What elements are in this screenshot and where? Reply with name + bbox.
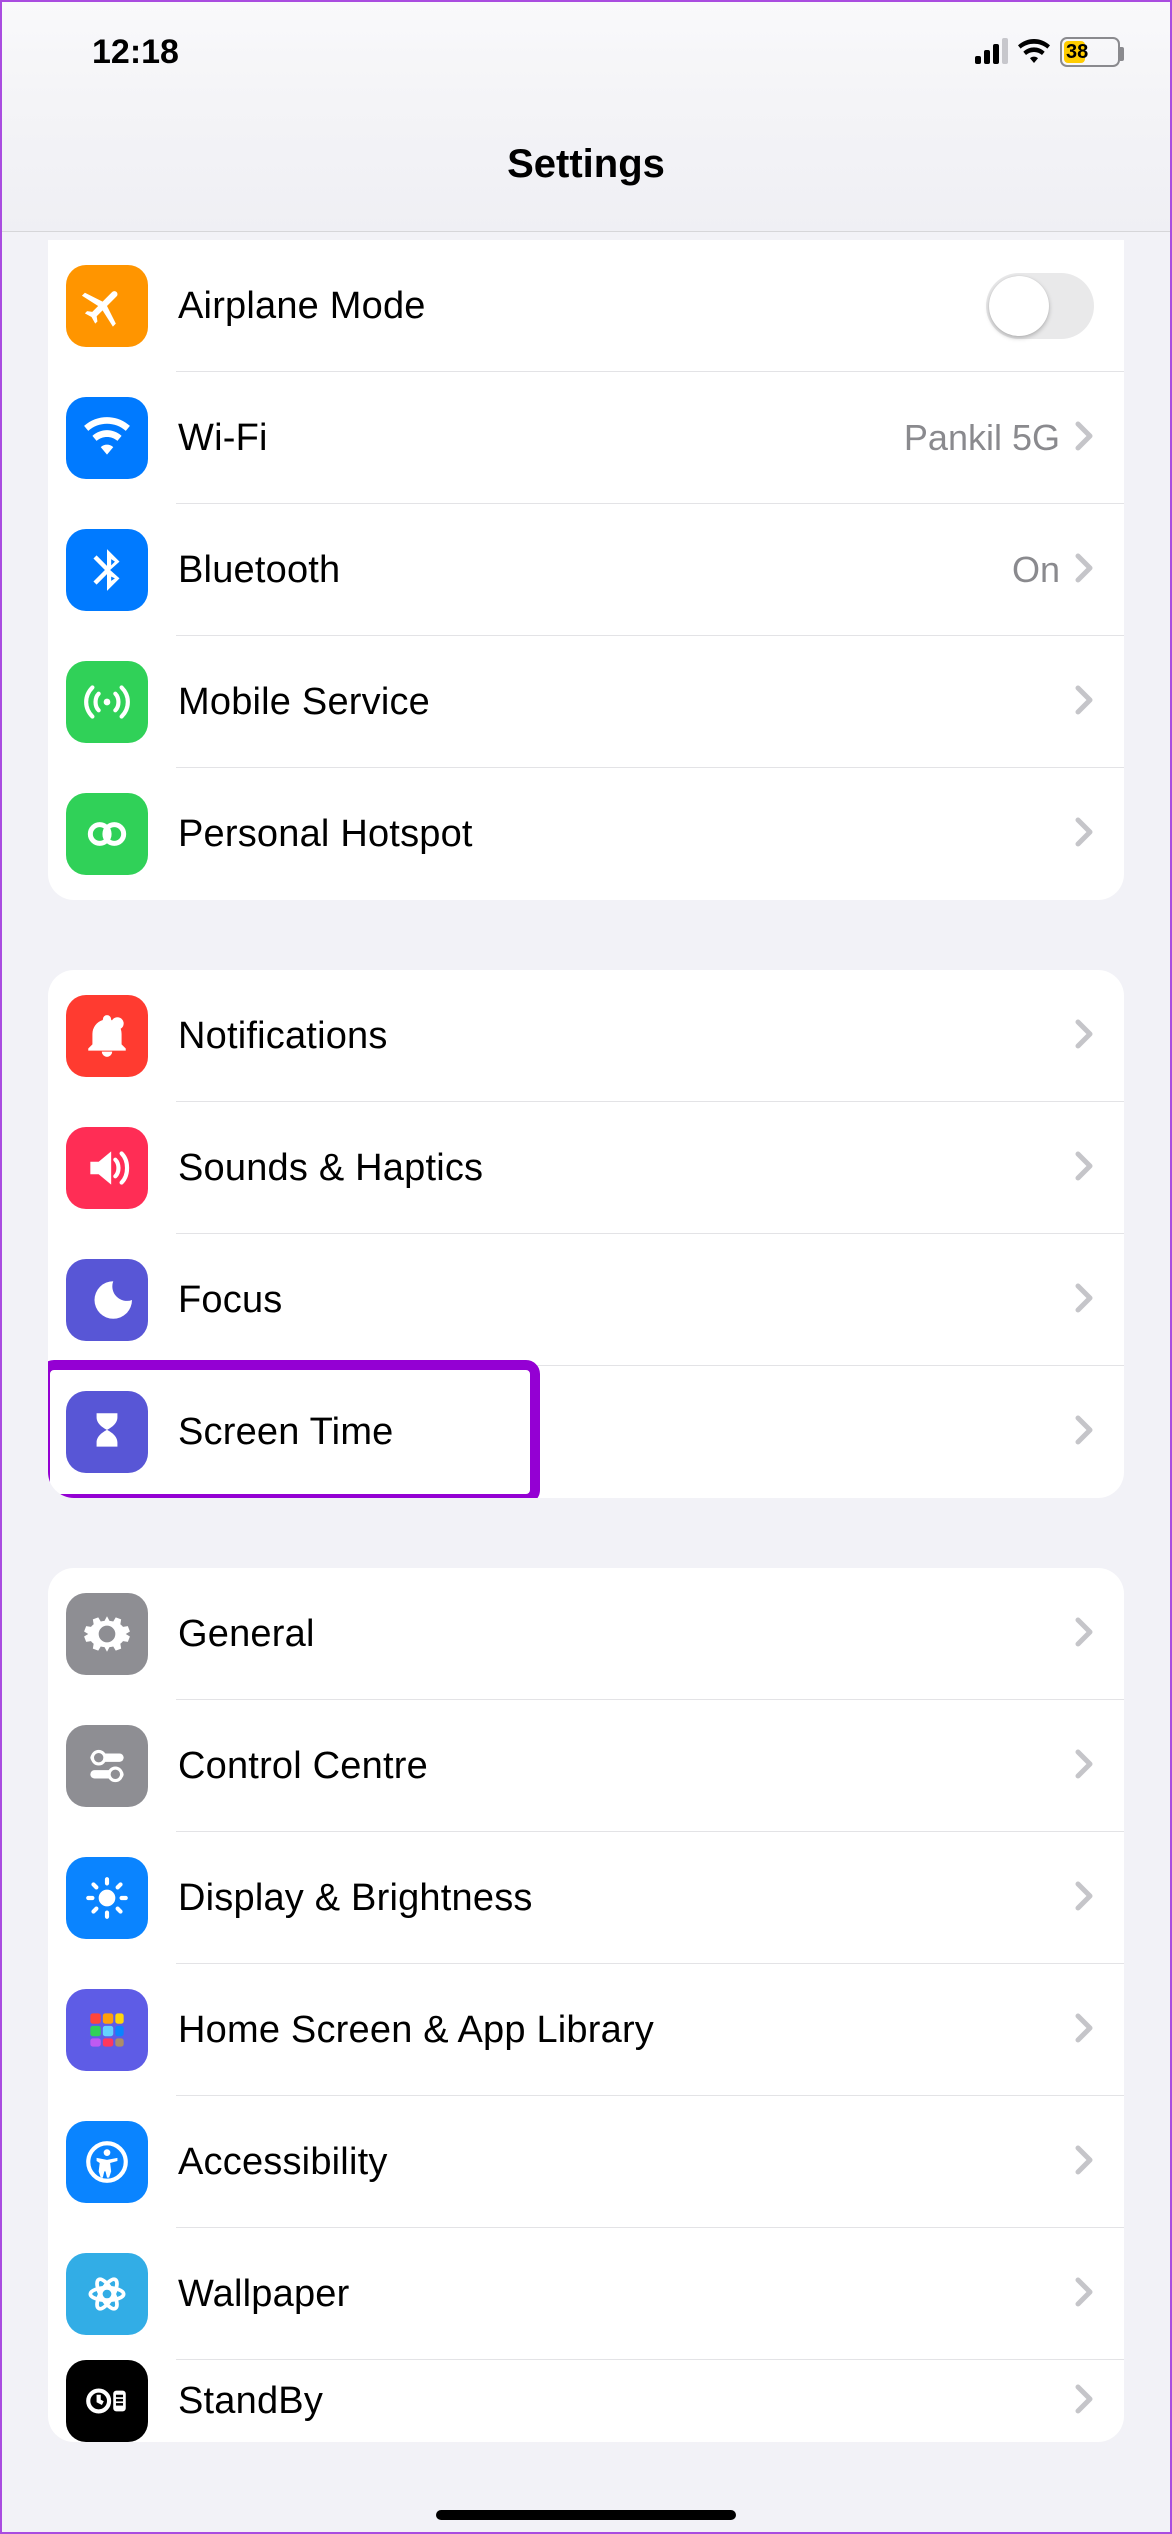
row-control-centre[interactable]: Control Centre [48, 1700, 1124, 1832]
row-wallpaper[interactable]: Wallpaper [48, 2228, 1124, 2360]
bluetooth-icon [66, 529, 148, 611]
settings-group-system: General Control Centre Display & Brightn… [48, 1568, 1124, 2442]
sounds-icon [66, 1127, 148, 1209]
airplane-toggle[interactable] [986, 273, 1094, 339]
wifi-icon [1018, 33, 1050, 72]
row-label: Bluetooth [148, 549, 1012, 592]
battery-icon: 38 [1060, 37, 1120, 67]
focus-icon [66, 1259, 148, 1341]
row-label: Personal Hotspot [148, 813, 1074, 856]
status-right: 38 [975, 33, 1120, 72]
settings-group-attention: Notifications Sounds & Haptics Focus [48, 970, 1124, 1498]
page-title: Settings [2, 102, 1170, 232]
row-wifi[interactable]: Wi-Fi Pankil 5G [48, 372, 1124, 504]
row-focus[interactable]: Focus [48, 1234, 1124, 1366]
status-time: 12:18 [92, 33, 179, 72]
wallpaper-icon [66, 2253, 148, 2335]
row-notifications[interactable]: Notifications [48, 970, 1124, 1102]
settings-screen: 12:18 38 Settings Airplane Mode [2, 2, 1170, 2532]
chevron-right-icon [1074, 1282, 1094, 1319]
cellular-icon [66, 661, 148, 743]
row-value: Pankil 5G [904, 417, 1074, 459]
row-screen-time[interactable]: Screen Time [48, 1366, 1124, 1498]
screentime-icon [66, 1391, 148, 1473]
row-label: Mobile Service [148, 681, 1074, 724]
general-gear-icon [66, 1593, 148, 1675]
chevron-right-icon [1074, 684, 1094, 721]
row-personal-hotspot[interactable]: Personal Hotspot [48, 768, 1124, 900]
chevron-right-icon [1074, 2144, 1094, 2181]
settings-scroll[interactable]: Airplane Mode Wi-Fi Pankil 5G Bluetooth … [2, 232, 1170, 2532]
chevron-right-icon [1074, 2383, 1094, 2420]
row-label: Accessibility [148, 2141, 1074, 2184]
chevron-right-icon [1074, 2012, 1094, 2049]
home-indicator[interactable] [436, 2510, 736, 2520]
row-display-brightness[interactable]: Display & Brightness [48, 1832, 1124, 1964]
chevron-right-icon [1074, 420, 1094, 457]
accessibility-icon [66, 2121, 148, 2203]
chevron-right-icon [1074, 1150, 1094, 1187]
row-label: General [148, 1613, 1074, 1656]
row-value: On [1012, 549, 1074, 591]
row-airplane-mode[interactable]: Airplane Mode [48, 240, 1124, 372]
row-home-screen-app-library[interactable]: Home Screen & App Library [48, 1964, 1124, 2096]
airplane-icon [66, 265, 148, 347]
row-label: Home Screen & App Library [148, 2009, 1074, 2052]
row-label: Focus [148, 1279, 1074, 1322]
home-screen-icon [66, 1989, 148, 2071]
wifi-settings-icon [66, 397, 148, 479]
control-centre-icon [66, 1725, 148, 1807]
row-general[interactable]: General [48, 1568, 1124, 1700]
row-sounds-haptics[interactable]: Sounds & Haptics [48, 1102, 1124, 1234]
cellular-signal-icon [975, 40, 1008, 64]
chevron-right-icon [1074, 1414, 1094, 1451]
chevron-right-icon [1074, 552, 1094, 589]
row-label: Airplane Mode [148, 285, 986, 328]
row-label: StandBy [148, 2380, 1074, 2423]
chevron-right-icon [1074, 1880, 1094, 1917]
notifications-icon [66, 995, 148, 1077]
status-bar: 12:18 38 [2, 2, 1170, 102]
row-label: Wallpaper [148, 2273, 1074, 2316]
settings-group-connectivity: Airplane Mode Wi-Fi Pankil 5G Bluetooth … [48, 240, 1124, 900]
row-label: Control Centre [148, 1745, 1074, 1788]
chevron-right-icon [1074, 816, 1094, 853]
row-label: Display & Brightness [148, 1877, 1074, 1920]
brightness-icon [66, 1857, 148, 1939]
row-label: Notifications [148, 1015, 1074, 1058]
row-label: Wi-Fi [148, 417, 904, 460]
chevron-right-icon [1074, 1748, 1094, 1785]
row-standby[interactable]: StandBy [48, 2360, 1124, 2442]
row-accessibility[interactable]: Accessibility [48, 2096, 1124, 2228]
row-mobile-service[interactable]: Mobile Service [48, 636, 1124, 768]
row-bluetooth[interactable]: Bluetooth On [48, 504, 1124, 636]
row-label: Sounds & Haptics [148, 1147, 1074, 1190]
chevron-right-icon [1074, 1616, 1094, 1653]
hotspot-icon [66, 793, 148, 875]
chevron-right-icon [1074, 2276, 1094, 2313]
chevron-right-icon [1074, 1018, 1094, 1055]
battery-percent: 38 [1062, 41, 1118, 64]
row-label: Screen Time [148, 1411, 1074, 1454]
standby-icon [66, 2360, 148, 2442]
